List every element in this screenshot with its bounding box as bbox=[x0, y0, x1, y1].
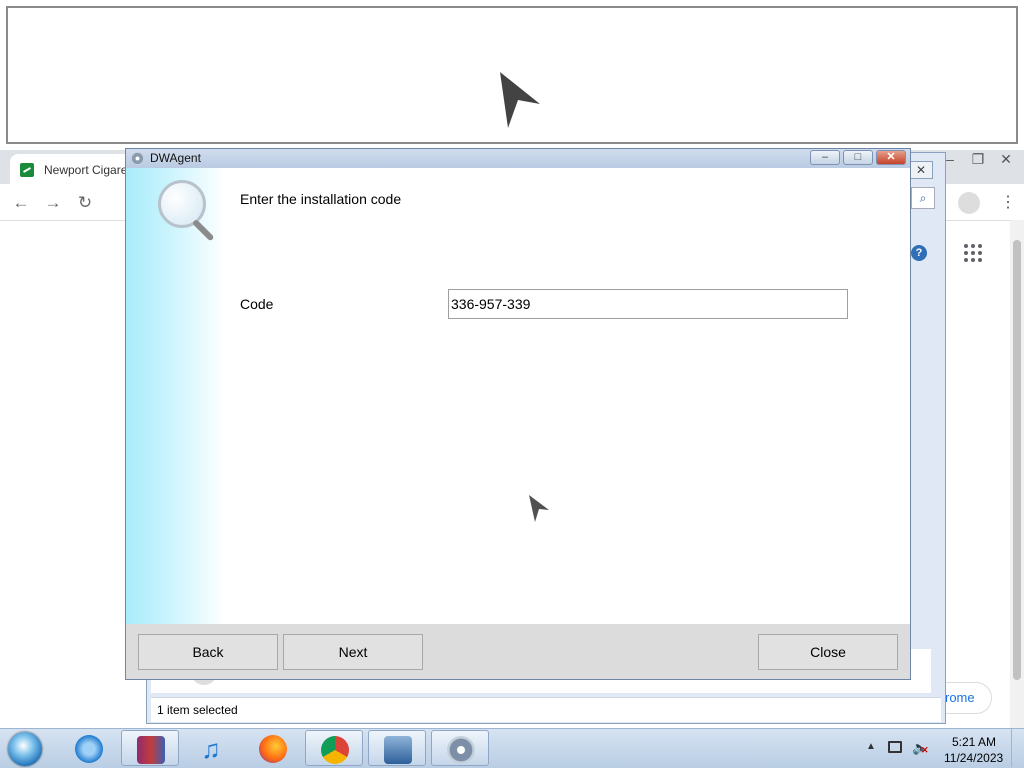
restore-icon[interactable]: ❐ bbox=[966, 150, 990, 168]
chrome-tab-title: Newport Cigare bbox=[44, 163, 128, 177]
dwagent-icon bbox=[447, 736, 475, 764]
chrome-pill-label: rome bbox=[945, 690, 975, 705]
start-button[interactable] bbox=[6, 731, 46, 767]
status-text: 1 item selected bbox=[157, 703, 238, 717]
clock-date[interactable]: 11/24/2023 bbox=[944, 751, 1003, 765]
reload-icon[interactable]: ↻ bbox=[74, 192, 96, 214]
profile-avatar-icon[interactable] bbox=[958, 192, 980, 214]
kebab-menu-icon[interactable]: ⋮ bbox=[1000, 192, 1016, 214]
internet-explorer-icon bbox=[75, 735, 103, 763]
taskbar-chrome[interactable] bbox=[305, 730, 363, 766]
next-button[interactable]: Next bbox=[283, 634, 423, 670]
code-label: Code bbox=[240, 296, 274, 312]
close-icon[interactable]: ✕ bbox=[909, 161, 933, 179]
winrar-icon bbox=[137, 736, 165, 764]
back-button[interactable]: Back bbox=[138, 634, 278, 670]
code-input[interactable] bbox=[448, 289, 848, 319]
apps-grid-icon[interactable] bbox=[964, 244, 982, 262]
forward-arrow-icon[interactable]: → bbox=[42, 192, 64, 214]
taskbar-winrar[interactable] bbox=[121, 730, 179, 766]
remote-desktop-icon bbox=[384, 736, 412, 764]
firefox-icon bbox=[259, 735, 287, 763]
side-banner bbox=[126, 168, 226, 624]
status-bar: 1 item selected bbox=[151, 697, 941, 722]
back-arrow-icon[interactable]: ← bbox=[10, 192, 32, 214]
site-favicon-icon bbox=[20, 163, 34, 177]
dwagent-app-icon bbox=[131, 152, 144, 165]
taskbar-dwagent[interactable] bbox=[431, 730, 489, 766]
dialog-title: DWAgent bbox=[150, 151, 201, 165]
chrome-icon bbox=[321, 736, 349, 764]
taskbar-internet-explorer[interactable] bbox=[60, 730, 118, 766]
chrome-scrollbar[interactable] bbox=[1010, 220, 1024, 728]
network-icon[interactable] bbox=[888, 741, 902, 753]
search-icon[interactable]: ⌕ bbox=[911, 187, 935, 209]
help-icon[interactable]: ? bbox=[911, 245, 927, 261]
minimize-button[interactable]: – bbox=[810, 150, 840, 165]
close-window-button[interactable]: ✕ bbox=[876, 150, 906, 165]
show-hidden-icons-icon[interactable]: ▲ bbox=[866, 741, 876, 752]
maximize-button[interactable]: □ bbox=[843, 150, 873, 165]
chrome-window-controls: – ❐ ✕ bbox=[938, 150, 1018, 170]
magnifier-handle bbox=[191, 218, 215, 242]
muted-icon: ✕ bbox=[921, 745, 929, 755]
taskbar: ♫ ▲ 🔈 ✕ 5:21 AM 11/24/2023 bbox=[0, 728, 1024, 768]
page-heading: Enter the installation code bbox=[240, 191, 402, 207]
windows-orb-icon bbox=[8, 732, 42, 766]
dialog-titlebar[interactable]: DWAgent – □ ✕ bbox=[126, 149, 910, 168]
taskbar-remote-desktop[interactable] bbox=[368, 730, 426, 766]
taskbar-itunes[interactable]: ♫ bbox=[182, 730, 240, 766]
itunes-icon: ♫ bbox=[201, 734, 221, 764]
close-button[interactable]: Close bbox=[758, 634, 898, 670]
dialog-footer: Back Next Close bbox=[126, 624, 910, 679]
close-icon[interactable]: ✕ bbox=[994, 150, 1018, 168]
dwagent-dialog: DWAgent – □ ✕ Enter the installation cod… bbox=[125, 148, 911, 680]
clock-time[interactable]: 5:21 AM bbox=[952, 735, 996, 749]
show-desktop-button[interactable] bbox=[1011, 729, 1024, 767]
taskbar-firefox[interactable] bbox=[244, 730, 302, 766]
